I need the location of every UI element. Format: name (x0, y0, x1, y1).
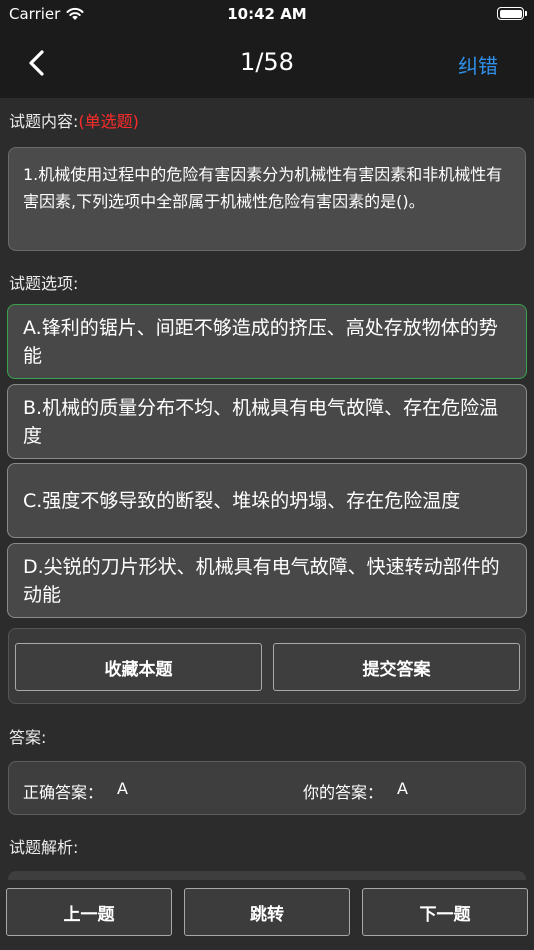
analysis-section-label: 试题解析: (9, 838, 79, 857)
option-b[interactable]: B.机械的质量分布不均、机械具有电气故障、存在危险温度 (7, 384, 527, 459)
question-section-label: 试题内容:(单选题) (9, 108, 139, 132)
report-error-button[interactable]: 纠错 (458, 50, 498, 79)
jump-button[interactable]: 跳转 (184, 888, 350, 936)
battery-icon (497, 7, 527, 20)
option-a[interactable]: A.锋利的锯片、间距不够造成的挤压、高处存放物体的势能 (7, 304, 527, 379)
bottom-nav: 上一题 跳转 下一题 (0, 880, 534, 950)
option-b-text: B.机械的质量分布不均、机械具有电气故障、存在危险温度 (23, 396, 499, 447)
question-label: 试题内容: (9, 112, 79, 131)
your-answer-label: 你的答案： (303, 783, 384, 802)
your-answer-value: A (397, 779, 408, 798)
option-d-text: D.尖锐的刀片形状、机械具有电气故障、快速转动部件的动能 (23, 555, 500, 606)
option-c-text: C.强度不够导致的断裂、堆垛的坍塌、存在危险温度 (23, 489, 461, 512)
nav-bar: 1/58 纠错 (0, 28, 534, 98)
action-panel: 收藏本题 提交答案 (8, 628, 526, 704)
option-d[interactable]: D.尖锐的刀片形状、机械具有电气故障、快速转动部件的动能 (7, 543, 527, 618)
question-text: 1.机械使用过程中的危险有害因素分为机械性有害因素和非机械性有害因素,下列选项中… (8, 147, 526, 251)
question-type-label: (单选题) (78, 112, 139, 131)
options-section-label: 试题选项: (9, 274, 79, 293)
previous-question-button[interactable]: 上一题 (6, 888, 172, 936)
correct-answer-label: 正确答案： (23, 783, 104, 802)
option-a-text: A.锋利的锯片、间距不够造成的挤压、高处存放物体的势能 (23, 316, 498, 367)
next-question-button[interactable]: 下一题 (362, 888, 528, 936)
question-counter: 1/58 (240, 48, 294, 76)
submit-answer-button[interactable]: 提交答案 (273, 643, 520, 691)
answer-box: 正确答案： A 你的答案： A (8, 761, 526, 815)
favorite-button[interactable]: 收藏本题 (15, 643, 262, 691)
status-bar: Carrier 10:42 AM (0, 0, 534, 28)
correct-answer-value: A (117, 779, 128, 798)
answer-section-label: 答案: (9, 728, 47, 747)
status-time: 10:42 AM (227, 5, 307, 23)
option-c[interactable]: C.强度不够导致的断裂、堆垛的坍塌、存在危险温度 (7, 463, 527, 538)
